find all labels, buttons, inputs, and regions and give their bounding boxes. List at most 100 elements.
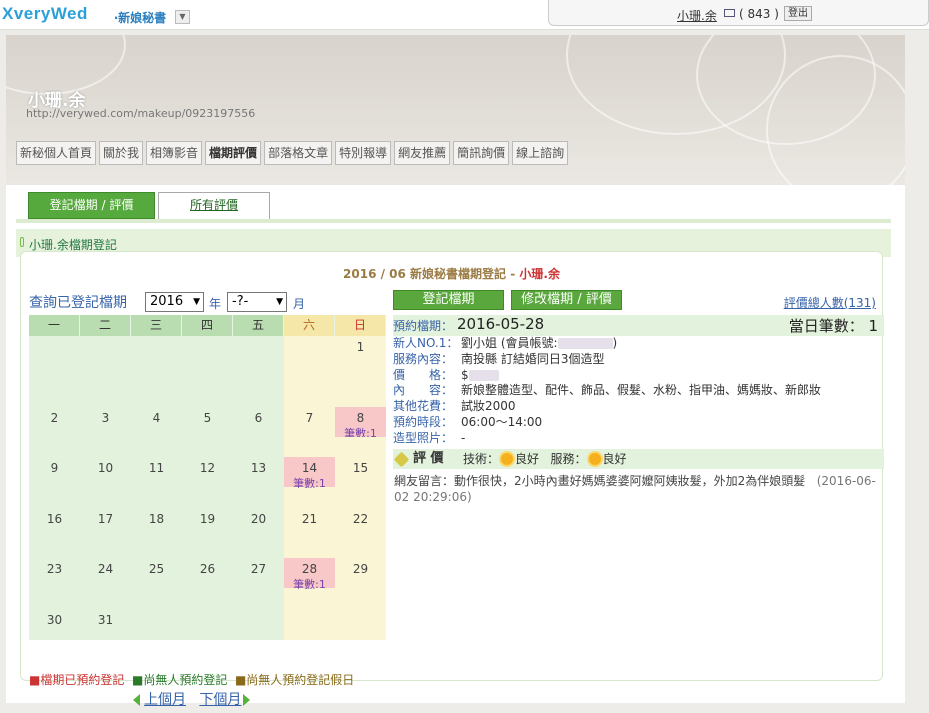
nav-report[interactable]: 特別報導 (335, 141, 392, 165)
tab-register[interactable]: 登記檔期 / 評價 (28, 192, 155, 219)
weekday-wed: 三 (131, 315, 182, 336)
tab-all-ratings[interactable]: 所有評價 (158, 192, 270, 219)
calendar-day: 27 (250, 562, 267, 577)
redacted-mask (557, 338, 613, 349)
month-unit: 月 (293, 297, 306, 311)
calendar-day: 31 (97, 612, 114, 627)
month-select[interactable]: -?- ▼ (227, 292, 287, 312)
calendar-header: 一 二 三 四 五 六 日 (29, 315, 386, 336)
top-bar: XveryWed ‧新娘秘書 ▼ 小珊.余 ( 843 ) 登出 (0, 0, 929, 30)
calendar-cell (284, 336, 335, 387)
nav-about[interactable]: 關於我 (99, 141, 144, 165)
next-month-link[interactable]: 下個月 (199, 692, 241, 708)
register-schedule-button[interactable]: 登記檔期 (393, 290, 504, 310)
calendar-day-booked[interactable]: 28 筆數:1 (284, 538, 335, 591)
verywed-logo[interactable]: XveryWed (2, 4, 88, 24)
legend-free-holiday: ■尚無人預約登記假日 (234, 673, 355, 687)
calendar-day: 4 (152, 410, 161, 425)
user-box: 小珊.余 ( 843 ) 登出 (548, 0, 929, 26)
nav-sms-inquiry[interactable]: 簡訊詢價 (453, 141, 510, 165)
arrow-left-icon[interactable] (133, 694, 140, 706)
calendar-day: 16 (46, 511, 63, 526)
month-pager: 上個月 下個月 (133, 689, 251, 709)
rating-count-link[interactable]: 評價總人數(131) (784, 294, 876, 311)
calendar-cell (29, 336, 80, 387)
calendar-day: 7 (284, 386, 335, 438)
calendar: 一 二 三 四 五 六 日 1 2 3 4 5 6 7 8 筆數:1 9 10 … (29, 315, 386, 640)
prev-month-link[interactable]: 上個月 (144, 692, 186, 708)
redacted-mask (468, 369, 499, 381)
calendar-day: 30 (46, 612, 63, 627)
calendar-cell (233, 336, 284, 387)
panel-title: 2016 / 06 新娘秘書檔期登記 - 小珊.余 (343, 267, 560, 281)
year-select[interactable]: 2016 ▼ (145, 292, 204, 312)
calendar-cell (80, 336, 131, 387)
legend-free: ■尚無人預約登記 (131, 673, 228, 687)
calendar-day: 29 (335, 538, 386, 589)
calendar-cell (335, 588, 386, 640)
calendar-day: 5 (203, 410, 212, 425)
nav-schedule[interactable]: 檔期評價 (205, 141, 262, 165)
user-name-link[interactable]: 小珊.余 (677, 7, 717, 24)
profile-banner: 小珊.余 http://verywed.com/makeup/092319755… (6, 35, 905, 185)
profile-url[interactable]: http://verywed.com/makeup/0923197556 (26, 107, 255, 120)
calendar-day: 19 (199, 511, 216, 526)
nav-consult[interactable]: 線上諮詢 (512, 141, 569, 165)
calendar-day: 23 (46, 562, 63, 577)
calendar-cell (233, 589, 284, 640)
calendar-day-booked[interactable]: 14 筆數:1 (284, 437, 335, 490)
year-unit: 年 (209, 297, 222, 311)
evaluation-bar: 評 價 技術： 良好 服務： 良好 (393, 448, 884, 469)
user-comment: 網友留言：動作很快，2小時內畫好媽媽婆婆阿嬤阿姨妝髮，外加2為伴娘頭髮 (201… (394, 473, 876, 504)
sun-icon (588, 453, 601, 466)
calendar-day: 3 (101, 410, 110, 425)
mail-count[interactable]: ( 843 ) (739, 7, 779, 21)
calendar-day-booked[interactable]: 8 筆數:1 (335, 386, 386, 440)
calendar-cell (131, 336, 182, 387)
daily-count: 當日筆數： 1 (788, 317, 878, 335)
weekday-tue: 二 (80, 315, 131, 336)
booking-detail: 預約檔期： 2016-05-28 當日筆數： 1 新人NO.1： 劉小姐 (會員帳… (393, 315, 884, 505)
calendar-cell (284, 588, 335, 640)
nav-album[interactable]: 相簿影音 (146, 141, 203, 165)
nav-recommend[interactable]: 網友推薦 (394, 141, 451, 165)
edit-schedule-button[interactable]: 修改檔期 / 評價 (511, 290, 622, 310)
booking-date-row: 預約檔期： 2016-05-28 當日筆數： 1 (393, 315, 884, 336)
detail-row-extra-cost: 其他花費： 試妝2000 (393, 399, 516, 414)
section-marker-icon (20, 237, 24, 247)
profile-nav: 新秘個人首頁 關於我 相簿影音 檔期評價 部落格文章 特別報導 網友推薦 簡訊詢… (16, 141, 569, 165)
detail-row-content: 內 容： 新娘整體造型、配件、飾品、假髮、水粉、指甲油、媽媽妝、新郎妝 (393, 383, 822, 398)
weekday-sun: 日 (335, 315, 386, 336)
weekday-fri: 五 (233, 315, 284, 336)
calendar-day: 9 (50, 461, 59, 476)
calendar-day: 15 (335, 437, 386, 488)
booking-date: 2016-05-28 (457, 315, 545, 333)
detail-row-photos: 造型照片： - (393, 430, 466, 445)
detail-row-service: 服務內容： 南投縣 訂結婚同日3個造型 (393, 351, 605, 366)
evaluation-title: 評 價 (413, 450, 444, 466)
logout-button[interactable]: 登出 (784, 6, 812, 21)
calendar-day: 12 (199, 461, 216, 476)
calendar-legend: ■檔期已預約登記 ■尚無人預約登記 ■尚無人預約登記假日 (29, 671, 354, 688)
calendar-day: 22 (335, 487, 386, 539)
mail-icon[interactable] (724, 9, 735, 17)
detail-row-client: 新人NO.1： 劉小姐 (會員帳號:) (393, 336, 618, 350)
calendar-cell (131, 589, 182, 640)
calendar-day: 1 (335, 336, 386, 387)
detail-row-time: 預約時段： 06:00～14:00 (393, 414, 543, 429)
weekday-thu: 四 (182, 315, 233, 336)
chevron-down-icon[interactable]: ▼ (175, 10, 190, 24)
schedule-panel: 2016 / 06 新娘秘書檔期登記 - 小珊.余 查詢已登記檔期 2016 ▼ … (20, 251, 884, 708)
legend-booked: ■檔期已預約登記 (29, 673, 125, 687)
detail-row-price: 價 格： $ (393, 368, 884, 384)
calendar-day: 26 (199, 562, 216, 577)
calendar-day: 17 (97, 511, 114, 526)
nav-home[interactable]: 新秘個人首頁 (16, 141, 97, 165)
calendar-day: 21 (284, 487, 335, 539)
calendar-day: 24 (97, 562, 114, 577)
nav-blog[interactable]: 部落格文章 (264, 141, 333, 165)
calendar-cell (182, 589, 233, 640)
site-section-title[interactable]: ‧新娘秘書 (114, 9, 166, 26)
calendar-day: 6 (254, 410, 263, 425)
arrow-right-icon[interactable] (243, 694, 251, 706)
